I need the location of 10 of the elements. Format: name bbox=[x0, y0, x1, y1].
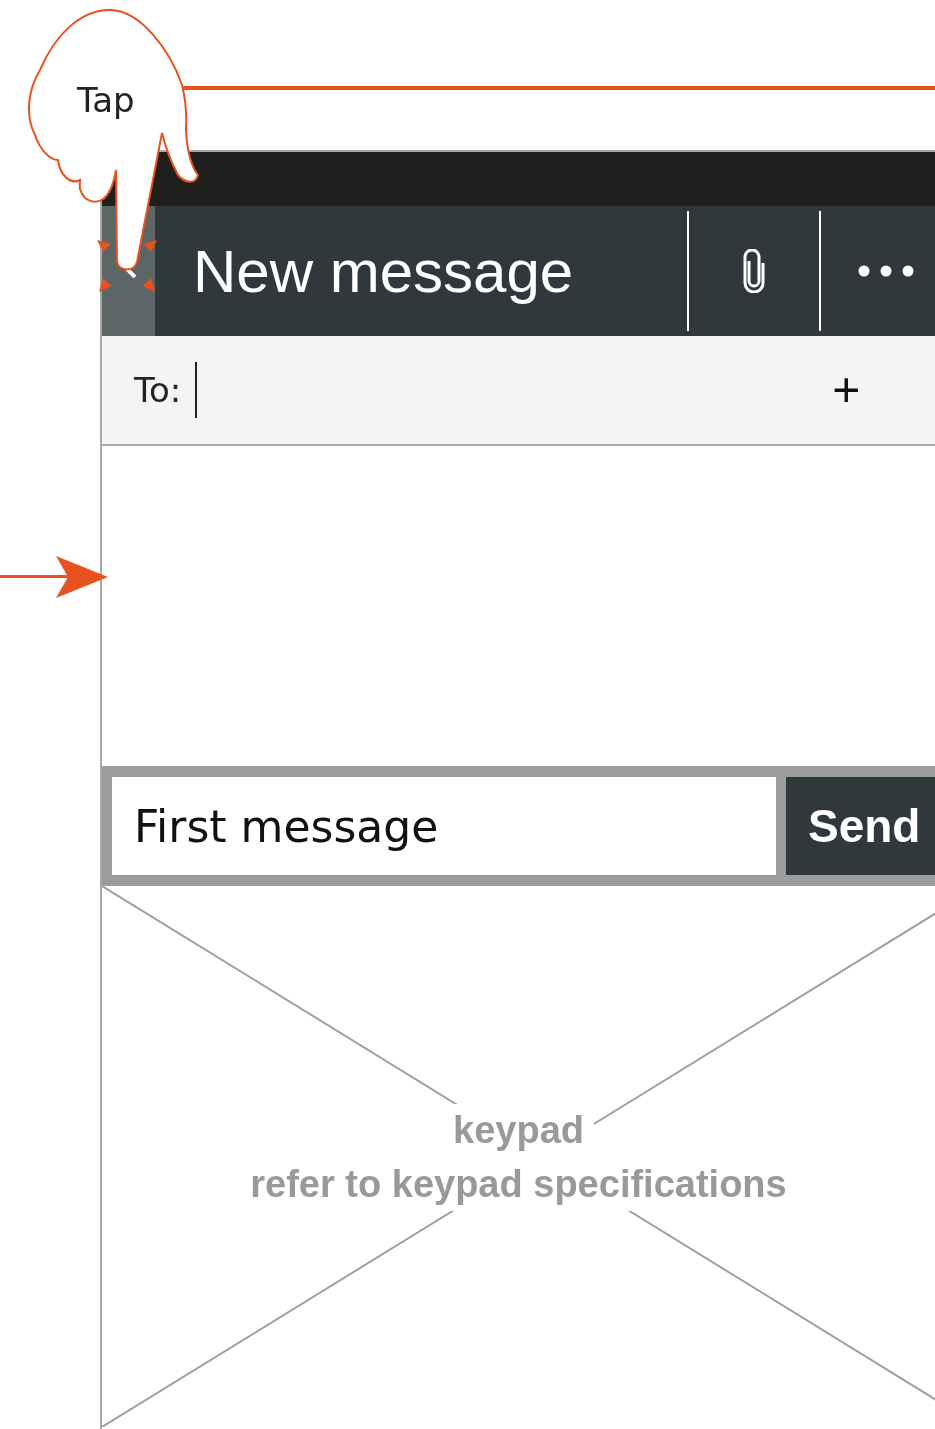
paperclip-icon bbox=[741, 249, 767, 293]
send-button[interactable]: Send bbox=[786, 777, 935, 875]
arrow-icon bbox=[0, 556, 108, 598]
screen-title: New message bbox=[193, 236, 575, 306]
add-recipient-button[interactable]: + bbox=[832, 366, 861, 414]
message-field[interactable]: First message bbox=[112, 777, 776, 875]
to-label: To: bbox=[134, 370, 182, 410]
tap-burst-icon bbox=[97, 240, 157, 292]
tap-label: Tap bbox=[77, 80, 135, 120]
more-icon bbox=[858, 265, 914, 277]
